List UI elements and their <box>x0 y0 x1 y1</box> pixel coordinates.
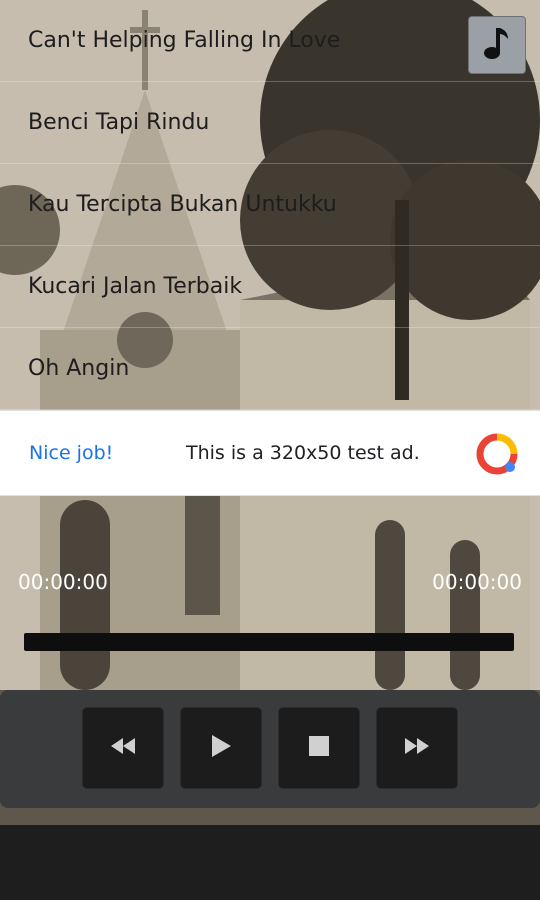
song-list: Can't Helping Falling In Love Benci Tapi… <box>0 0 540 410</box>
music-note-icon <box>482 25 512 65</box>
song-title: Oh Angin <box>28 356 130 381</box>
song-item[interactable]: Benci Tapi Rindu <box>0 82 540 164</box>
stop-button[interactable] <box>278 707 360 789</box>
song-item[interactable]: Can't Helping Falling In Love <box>0 0 540 82</box>
song-title: Can't Helping Falling In Love <box>28 28 341 53</box>
ad-title[interactable]: Nice job! <box>29 442 113 464</box>
music-button[interactable] <box>468 16 526 74</box>
current-time: 00:00:00 <box>18 570 108 594</box>
bottom-bar <box>0 825 540 900</box>
play-icon <box>210 734 232 762</box>
song-item[interactable]: Kau Tercipta Bukan Untukku <box>0 164 540 246</box>
fast-forward-button[interactable] <box>376 707 458 789</box>
rewind-icon <box>110 738 136 758</box>
fast-forward-icon <box>404 738 430 758</box>
song-item[interactable]: Kucari Jalan Terbaik <box>0 246 540 328</box>
play-button[interactable] <box>180 707 262 789</box>
song-title: Kau Tercipta Bukan Untukku <box>28 192 337 217</box>
ad-banner[interactable]: Nice job! This is a 320x50 test ad. <box>0 410 540 496</box>
ad-text: This is a 320x50 test ad. <box>186 442 420 464</box>
song-title: Benci Tapi Rindu <box>28 110 210 135</box>
player-controls <box>0 690 540 808</box>
total-time: 00:00:00 <box>432 570 522 594</box>
song-title: Kucari Jalan Terbaik <box>28 274 243 299</box>
progress-bar[interactable] <box>24 633 514 651</box>
stop-icon <box>309 736 329 760</box>
rewind-button[interactable] <box>82 707 164 789</box>
ad-logo-icon <box>476 433 518 475</box>
song-item[interactable]: Oh Angin <box>0 328 540 410</box>
